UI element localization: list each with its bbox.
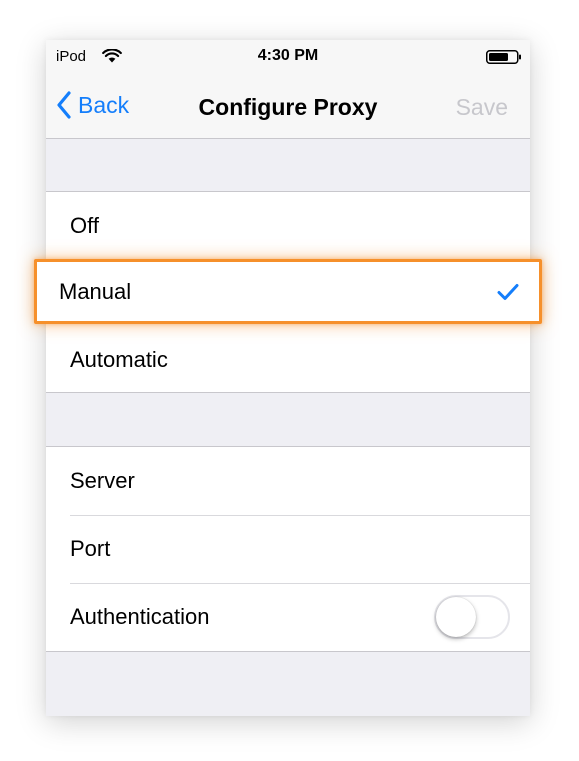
authentication-toggle[interactable] [434, 595, 510, 639]
toggle-knob [436, 597, 476, 637]
authentication-row: Authentication [46, 583, 530, 651]
proxy-settings-group: Server Port Authentication [46, 446, 530, 652]
checkmark-icon [497, 284, 519, 300]
phone-screen: iPod 4:30 PM Back Configure Proxy Save O… [46, 40, 530, 716]
port-label: Port [70, 536, 111, 561]
server-row[interactable]: Server [46, 447, 530, 515]
proxy-mode-automatic-row[interactable]: Automatic [46, 326, 530, 393]
status-bar: iPod 4:30 PM [46, 40, 530, 74]
proxy-mode-manual-row[interactable]: Manual [34, 259, 542, 324]
authentication-label: Authentication [70, 604, 210, 629]
navigation-bar: Back Configure Proxy Save [46, 74, 530, 139]
proxy-mode-off-row[interactable]: Off [46, 192, 530, 259]
proxy-mode-manual-label: Manual [59, 278, 132, 304]
proxy-mode-automatic-label: Automatic [70, 346, 168, 372]
port-row[interactable]: Port [46, 515, 530, 583]
save-button[interactable]: Save [456, 94, 508, 121]
proxy-mode-off-label: Off [70, 212, 99, 238]
server-label: Server [70, 468, 135, 493]
status-time: 4:30 PM [257, 47, 319, 64]
battery-icon [486, 50, 521, 64]
screenshot-stage: iPod 4:30 PM Back Configure Proxy Save O… [0, 0, 579, 761]
